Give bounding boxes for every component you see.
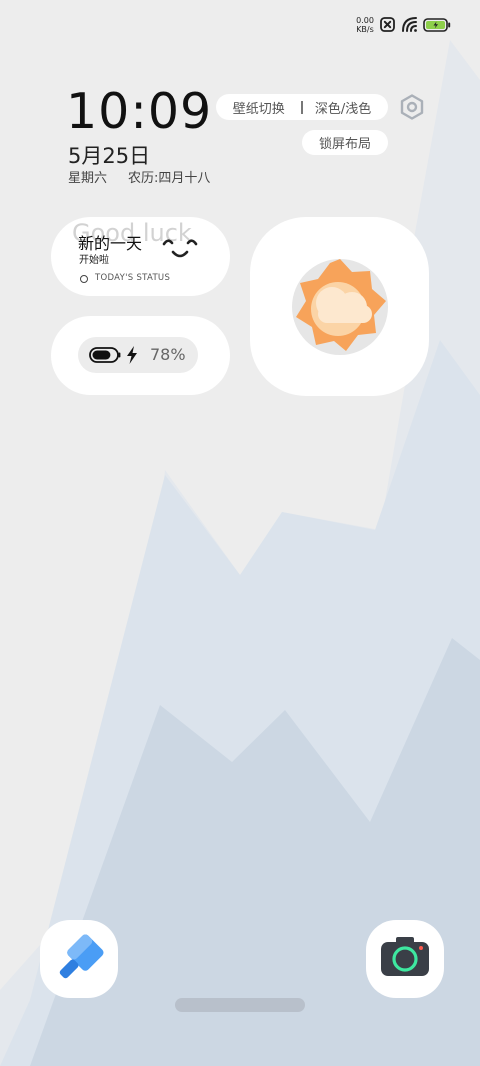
camera-icon: [381, 937, 429, 976]
wifi-icon: [402, 17, 417, 32]
battery-widget[interactable]: 78%: [51, 316, 230, 395]
network-speed-unit: KB/s: [356, 25, 374, 34]
lock-layout-button[interactable]: 锁屏布局: [302, 130, 388, 155]
status-circle-icon: [80, 275, 88, 283]
battery-icon: [89, 347, 121, 363]
dark-light-toggle-button[interactable]: 深色/浅色: [315, 98, 371, 117]
paint-brush-icon: [59, 934, 104, 979]
clock-time: 10:09: [66, 83, 213, 140]
smile-face-icon: [162, 239, 198, 258]
sim-no-signal-icon: [380, 17, 395, 32]
todays-status-label: TODAY'S STATUS: [95, 273, 171, 283]
home-indicator-bar[interactable]: [175, 998, 305, 1012]
weather-widget[interactable]: [250, 217, 429, 396]
greeting-subtitle: 开始啦: [79, 255, 109, 266]
partly-cloudy-icon: [292, 259, 388, 355]
wallpaper-switch-button[interactable]: 壁纸切换: [233, 98, 285, 117]
clock-lunar-date: 农历:四月十八: [128, 171, 211, 186]
theme-brush-app[interactable]: [40, 920, 118, 998]
battery-charging-icon: [423, 18, 451, 32]
battery-percent: 78%: [150, 345, 186, 364]
wallpaper-theme-pill: 壁纸切换 深色/浅色: [216, 94, 388, 120]
pill-divider: [300, 100, 303, 114]
settings-hexagon-icon[interactable]: [398, 93, 426, 121]
camera-app[interactable]: [366, 920, 444, 998]
network-speed-value: 0.00: [356, 16, 374, 25]
clock-date: 5月25日: [68, 144, 151, 168]
greeting-title: 新的一天: [78, 234, 143, 253]
battery-indicator-pill: 78%: [78, 337, 198, 373]
greeting-widget[interactable]: Good luck 新的一天 开始啦 TODAY'S STATUS: [51, 217, 230, 296]
network-speed: 0.00 KB/s: [352, 16, 378, 34]
clock-weekday: 星期六: [68, 171, 108, 186]
lock-layout-label: 锁屏布局: [318, 137, 371, 152]
lightning-icon: [127, 346, 137, 364]
